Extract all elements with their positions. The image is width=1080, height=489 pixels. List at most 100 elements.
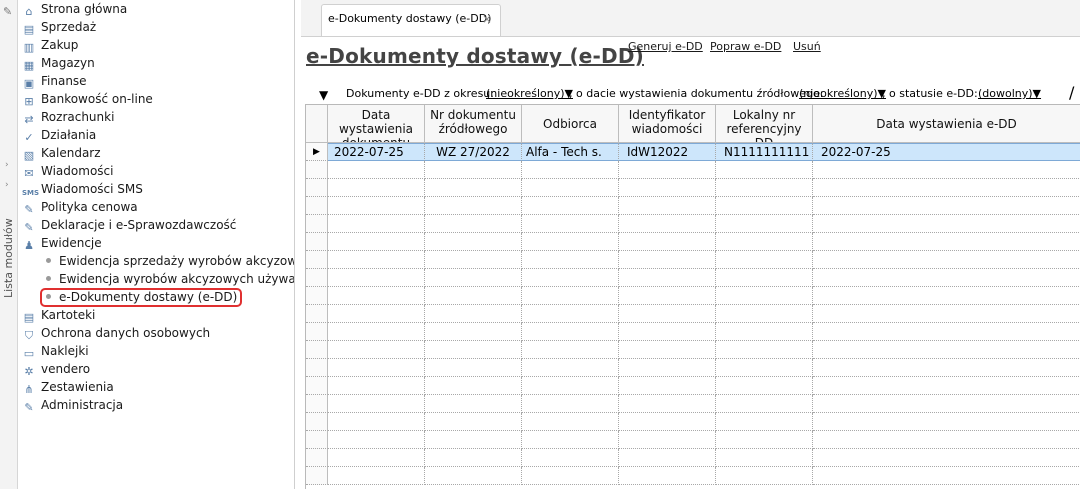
- empty-cell[interactable]: [328, 359, 425, 377]
- empty-cell[interactable]: [425, 341, 522, 359]
- empty-cell[interactable]: [716, 377, 813, 395]
- filter-source-date-dropdown[interactable]: (nieokreślony)▼: [799, 87, 886, 100]
- empty-cell[interactable]: [425, 449, 522, 467]
- empty-cell[interactable]: [813, 431, 1080, 449]
- module-finanse[interactable]: ▣ Finanse: [22, 72, 87, 90]
- module-kalendarz[interactable]: ▧ Kalendarz: [22, 144, 101, 162]
- empty-cell[interactable]: [328, 413, 425, 431]
- empty-cell[interactable]: [619, 395, 716, 413]
- empty-cell[interactable]: [813, 323, 1080, 341]
- empty-cell[interactable]: [619, 467, 716, 485]
- empty-cell[interactable]: [328, 323, 425, 341]
- empty-cell[interactable]: [716, 269, 813, 287]
- cell-recipient[interactable]: Alfa - Tech s.: [522, 143, 619, 161]
- empty-cell[interactable]: [716, 251, 813, 269]
- empty-cell[interactable]: [425, 197, 522, 215]
- chevron-right-icon[interactable]: ›: [5, 180, 9, 190]
- empty-cell[interactable]: [619, 215, 716, 233]
- empty-cell[interactable]: [813, 251, 1080, 269]
- column-header[interactable]: Data wystawienia e-DD: [813, 105, 1080, 143]
- empty-cell[interactable]: [619, 287, 716, 305]
- empty-cell[interactable]: [425, 323, 522, 341]
- module-vendero[interactable]: ✲ vendero: [22, 360, 90, 378]
- empty-cell[interactable]: [328, 449, 425, 467]
- empty-cell[interactable]: [522, 413, 619, 431]
- empty-cell[interactable]: [813, 395, 1080, 413]
- module-zakup[interactable]: ▥ Zakup: [22, 36, 79, 54]
- empty-cell[interactable]: [328, 251, 425, 269]
- empty-cell[interactable]: [619, 413, 716, 431]
- empty-cell[interactable]: [522, 467, 619, 485]
- empty-cell[interactable]: [813, 413, 1080, 431]
- empty-cell[interactable]: [328, 233, 425, 251]
- tab-e-dd[interactable]: e-Dokumenty dostawy (e-DD) ×: [321, 4, 501, 36]
- empty-cell[interactable]: [328, 341, 425, 359]
- empty-cell[interactable]: [522, 161, 619, 179]
- cell-source-date[interactable]: 2022-07-25: [328, 143, 425, 161]
- delete-link[interactable]: Usuń: [793, 40, 821, 53]
- empty-table-row[interactable]: [306, 197, 1080, 215]
- empty-cell[interactable]: [425, 269, 522, 287]
- empty-table-row[interactable]: [306, 341, 1080, 359]
- module-ewidencje[interactable]: ♟ Ewidencje: [22, 234, 102, 252]
- empty-cell[interactable]: [328, 215, 425, 233]
- empty-cell[interactable]: [716, 197, 813, 215]
- module-magazyn[interactable]: ▦ Magazyn: [22, 54, 95, 72]
- column-header[interactable]: Lokalny nr referencyjny DD: [716, 105, 813, 143]
- column-header[interactable]: Odbiorca: [522, 105, 619, 143]
- empty-cell[interactable]: [522, 269, 619, 287]
- empty-cell[interactable]: [619, 377, 716, 395]
- empty-table-row[interactable]: [306, 161, 1080, 179]
- empty-cell[interactable]: [522, 287, 619, 305]
- cell-message-id[interactable]: IdW12022: [619, 143, 716, 161]
- filter-toggle-icon[interactable]: ▼: [319, 88, 328, 102]
- empty-table-row[interactable]: [306, 305, 1080, 323]
- empty-cell[interactable]: [328, 395, 425, 413]
- empty-cell[interactable]: [716, 161, 813, 179]
- filter-period-dropdown[interactable]: (nieokreślony)▼: [486, 87, 573, 100]
- empty-cell[interactable]: [619, 197, 716, 215]
- empty-cell[interactable]: [425, 161, 522, 179]
- empty-cell[interactable]: [813, 467, 1080, 485]
- empty-cell[interactable]: [328, 467, 425, 485]
- column-header[interactable]: Nr dokumentu źródłowego: [425, 105, 522, 143]
- empty-table-row[interactable]: [306, 215, 1080, 233]
- table-row[interactable]: ▶ 2022-07-25 WZ 27/2022 Alfa - Tech s. I…: [306, 143, 1080, 161]
- empty-cell[interactable]: [619, 341, 716, 359]
- empty-table-row[interactable]: [306, 179, 1080, 197]
- empty-cell[interactable]: [425, 215, 522, 233]
- column-header[interactable]: Data wystawienia dokumentu źródłowego: [328, 105, 425, 143]
- empty-cell[interactable]: [522, 377, 619, 395]
- empty-cell[interactable]: [328, 377, 425, 395]
- empty-cell[interactable]: [619, 179, 716, 197]
- module-bankowosc[interactable]: ⊞ Bankowość on-line: [22, 90, 152, 108]
- empty-cell[interactable]: [522, 179, 619, 197]
- empty-cell[interactable]: [619, 161, 716, 179]
- module-wiadomosci[interactable]: ✉ Wiadomości: [22, 162, 113, 180]
- empty-cell[interactable]: [522, 233, 619, 251]
- empty-cell[interactable]: [522, 431, 619, 449]
- empty-cell[interactable]: [813, 233, 1080, 251]
- empty-cell[interactable]: [425, 233, 522, 251]
- empty-cell[interactable]: [425, 251, 522, 269]
- module-dzialania[interactable]: ✓ Działania: [22, 126, 96, 144]
- empty-cell[interactable]: [328, 305, 425, 323]
- empty-cell[interactable]: [813, 377, 1080, 395]
- empty-cell[interactable]: [813, 359, 1080, 377]
- empty-cell[interactable]: [425, 413, 522, 431]
- empty-cell[interactable]: [716, 215, 813, 233]
- empty-cell[interactable]: [619, 359, 716, 377]
- module-strona-glowna[interactable]: ⌂ Strona główna: [22, 0, 128, 18]
- empty-cell[interactable]: [425, 377, 522, 395]
- pin-icon[interactable]: ✎: [3, 5, 12, 18]
- module-deklaracje[interactable]: ✎ Deklaracje i e-Sprawozdawczość: [22, 216, 236, 234]
- empty-cell[interactable]: [619, 269, 716, 287]
- empty-cell[interactable]: [522, 359, 619, 377]
- empty-cell[interactable]: [522, 251, 619, 269]
- empty-cell[interactable]: [813, 197, 1080, 215]
- empty-cell[interactable]: [425, 359, 522, 377]
- empty-cell[interactable]: [716, 233, 813, 251]
- module-sprzedaz[interactable]: ▤ Sprzedaż: [22, 18, 96, 36]
- empty-cell[interactable]: [522, 395, 619, 413]
- empty-cell[interactable]: [813, 287, 1080, 305]
